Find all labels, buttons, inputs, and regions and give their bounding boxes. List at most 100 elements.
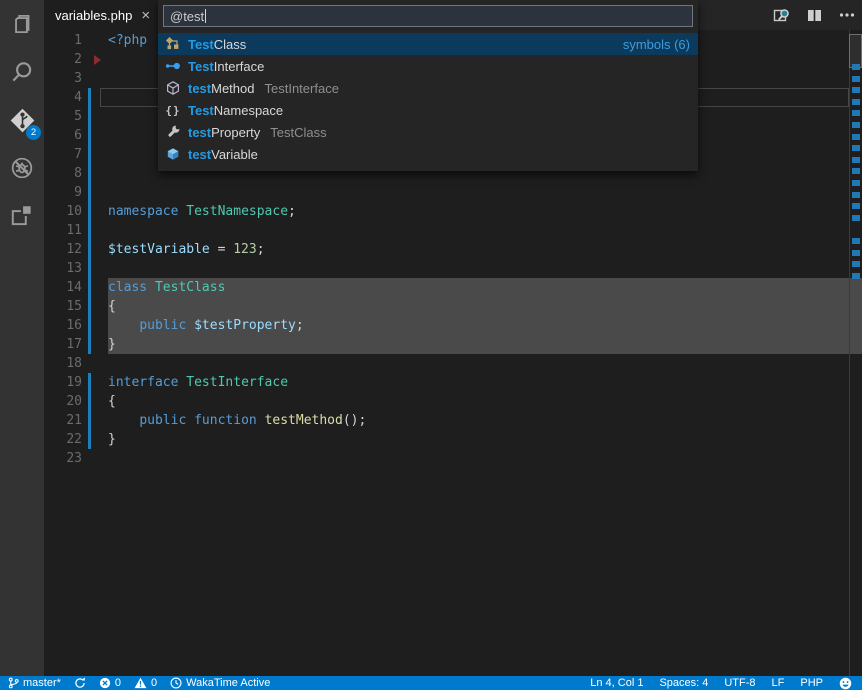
status-smiley-icon[interactable]	[839, 677, 852, 690]
gutter-decorations	[84, 107, 108, 126]
code-line-19[interactable]: 19interface TestInterface	[44, 373, 862, 392]
ruler-modified-mark	[852, 250, 860, 256]
status-lf[interactable]: LF	[772, 677, 785, 689]
quick-open-item-testmethod[interactable]: testMethodTestInterface	[158, 77, 698, 99]
status-label: 0	[115, 677, 121, 689]
code-line-9[interactable]: 9	[44, 183, 862, 202]
activity-bar-item-source-control[interactable]: 2	[0, 96, 44, 144]
quick-open-item-testvariable[interactable]: testVariable	[158, 143, 698, 165]
status-ln-4-col-1[interactable]: Ln 4, Col 1	[590, 677, 643, 689]
line-number: 2	[44, 50, 84, 69]
status-php[interactable]: PHP	[800, 677, 823, 689]
code-line-20[interactable]: 20{	[44, 392, 862, 411]
modified-line-indicator	[88, 107, 91, 126]
quick-open-item-testclass[interactable]: TestClasssymbols (6)	[158, 33, 698, 55]
code-line-21[interactable]: 21 public function testMethod();	[44, 411, 862, 430]
status-master[interactable]: master*	[8, 677, 61, 689]
method-symbol-icon	[165, 80, 181, 96]
code-line-17[interactable]: 17}	[44, 335, 862, 354]
status-label: Spaces: 4	[659, 677, 708, 689]
code-text	[108, 354, 862, 373]
ruler-modified-mark	[852, 87, 860, 93]
ruler-modified-mark	[852, 99, 860, 105]
code-line-10[interactable]: 10namespace TestNamespace;	[44, 202, 862, 221]
git-branch-icon	[8, 677, 19, 689]
scrollbar-slider[interactable]	[849, 34, 862, 68]
symbol-name: TestNamespace	[188, 103, 283, 118]
gutter-decorations	[84, 202, 108, 221]
line-number: 23	[44, 449, 84, 468]
gutter-decorations	[84, 221, 108, 240]
activity-bar-item-explorer[interactable]	[0, 0, 44, 48]
code-text: interface TestInterface	[108, 373, 862, 392]
status-sync-icon[interactable]	[74, 677, 86, 689]
gutter-decorations	[84, 240, 108, 259]
split-editor-icon[interactable]	[806, 7, 823, 24]
extensions-icon	[9, 203, 35, 229]
line-number: 9	[44, 183, 84, 202]
status-label: master*	[23, 677, 61, 689]
code-line-18[interactable]: 18	[44, 354, 862, 373]
activity-bar-item-search[interactable]	[0, 48, 44, 96]
more-actions-icon[interactable]	[838, 6, 856, 24]
symbol-name: testProperty	[188, 125, 260, 140]
class-symbol-icon	[165, 36, 181, 52]
status-0[interactable]: 0	[134, 677, 157, 689]
line-number: 5	[44, 107, 84, 126]
line-number: 1	[44, 31, 84, 50]
code-line-16[interactable]: 16 public $testProperty;	[44, 316, 862, 335]
status-spaces-4[interactable]: Spaces: 4	[659, 677, 708, 689]
modified-line-indicator	[88, 373, 91, 392]
code-text	[108, 259, 862, 278]
symbol-name: testVariable	[188, 147, 258, 162]
modified-line-indicator	[88, 297, 91, 316]
gutter-decorations	[84, 316, 108, 335]
modified-line-indicator	[88, 316, 91, 335]
status-0[interactable]: 0	[99, 677, 121, 689]
ruler-modified-mark	[852, 134, 860, 140]
code-line-22[interactable]: 22}	[44, 430, 862, 449]
tab-variables-php[interactable]: variables.php ×	[44, 0, 161, 30]
modified-line-indicator	[88, 240, 91, 259]
code-line-14[interactable]: 14class TestClass	[44, 278, 862, 297]
code-line-23[interactable]: 23	[44, 449, 862, 468]
gutter-decorations	[84, 69, 108, 88]
code-line-13[interactable]: 13	[44, 259, 862, 278]
code-text: public $testProperty;	[108, 316, 862, 335]
error-marker-icon	[94, 55, 101, 65]
close-icon[interactable]: ×	[141, 8, 150, 23]
code-text: {	[108, 297, 862, 316]
status-label: UTF-8	[724, 677, 755, 689]
gutter-decorations	[84, 430, 108, 449]
line-number: 7	[44, 145, 84, 164]
open-preview-icon[interactable]	[772, 6, 791, 25]
editor-actions	[772, 0, 856, 30]
code-text: $testVariable = 123;	[108, 240, 862, 259]
quick-open-input[interactable]: @test	[163, 5, 693, 27]
status-wakatime-active[interactable]: WakaTime Active	[170, 677, 270, 689]
smiley-icon	[839, 677, 852, 690]
status-bar: master* 0 0 WakaTime Active Ln 4, Col 1 Spac…	[0, 676, 862, 690]
ruler-modified-mark	[852, 273, 860, 279]
symbol-detail: TestClass	[270, 125, 326, 140]
activity-bar-item-extensions[interactable]	[0, 192, 44, 240]
line-number: 16	[44, 316, 84, 335]
status-utf-8[interactable]: UTF-8	[724, 677, 755, 689]
modified-line-indicator	[88, 411, 91, 430]
code-line-12[interactable]: 12 $testVariable = 123;	[44, 240, 862, 259]
gutter-decorations	[84, 278, 108, 297]
ruler-modified-mark	[852, 203, 860, 209]
line-number: 11	[44, 221, 84, 240]
activity-bar-item-debug[interactable]	[0, 144, 44, 192]
line-number: 12	[44, 240, 84, 259]
namespace-symbol-icon: {}	[165, 102, 181, 118]
ruler-modified-mark	[852, 157, 860, 163]
code-line-11[interactable]: 11	[44, 221, 862, 240]
quick-open-item-testinterface[interactable]: TestInterface	[158, 55, 698, 77]
code-line-15[interactable]: 15{	[44, 297, 862, 316]
quick-open-item-testnamespace[interactable]: {} TestNamespace	[158, 99, 698, 121]
quick-open-item-testproperty[interactable]: testProperty TestClass	[158, 121, 698, 143]
gutter-decorations	[84, 164, 108, 183]
ruler-modified-mark	[852, 110, 860, 116]
status-label: WakaTime Active	[186, 677, 270, 689]
